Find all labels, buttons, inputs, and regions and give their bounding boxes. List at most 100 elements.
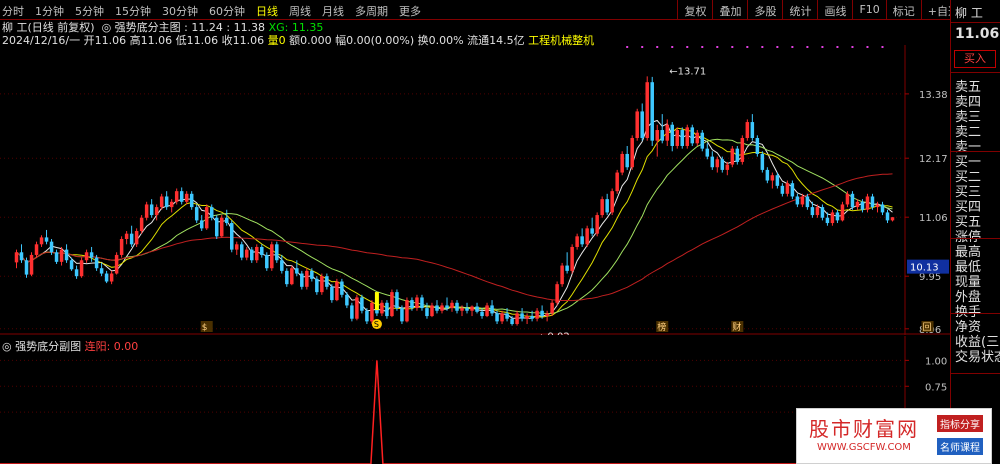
candle[interactable] [515, 310, 519, 326]
candle[interactable] [850, 191, 855, 210]
candle[interactable] [645, 76, 649, 141]
candle[interactable] [270, 241, 274, 271]
candle[interactable] [229, 220, 234, 253]
candle[interactable] [555, 281, 559, 306]
candle[interactable] [780, 183, 785, 197]
buy-button[interactable]: 买入 [954, 50, 996, 68]
site-watermark[interactable]: 股市财富网 WWW.GSCFW.COM 指标分享 名师课程 [796, 408, 992, 464]
toolbar-action-button[interactable]: 统计 [782, 0, 817, 20]
toolbar-action-button[interactable]: 画线 [817, 0, 852, 20]
candle[interactable] [705, 143, 710, 160]
candle[interactable] [385, 300, 389, 319]
candle[interactable] [485, 302, 489, 318]
candle[interactable] [104, 270, 109, 284]
candle[interactable] [770, 172, 775, 189]
candle[interactable] [640, 103, 644, 141]
candle[interactable] [144, 201, 149, 221]
candle[interactable] [290, 265, 294, 286]
candle[interactable] [570, 244, 574, 274]
candle[interactable] [520, 308, 524, 322]
candle[interactable] [204, 204, 209, 230]
candle[interactable] [235, 241, 239, 255]
candle[interactable] [320, 273, 324, 295]
candle[interactable] [755, 135, 760, 157]
candle[interactable] [545, 310, 549, 322]
candle[interactable] [835, 209, 840, 224]
candle[interactable] [670, 122, 674, 152]
candle[interactable] [119, 236, 124, 258]
candle[interactable] [805, 193, 810, 210]
candle[interactable] [620, 151, 624, 176]
period-tab[interactable]: 日线 [256, 3, 278, 19]
candle[interactable] [415, 294, 419, 311]
candle[interactable] [450, 300, 454, 312]
candle[interactable] [39, 235, 44, 247]
period-tab[interactable]: 15分钟 [115, 3, 151, 19]
candle[interactable] [380, 300, 384, 317]
period-tab[interactable]: 周线 [289, 3, 311, 19]
candle[interactable] [595, 212, 599, 237]
candle[interactable] [735, 145, 740, 165]
candle[interactable] [265, 252, 269, 271]
candle[interactable] [560, 262, 564, 287]
candle[interactable] [600, 196, 604, 218]
candle[interactable] [630, 135, 634, 170]
candle[interactable] [179, 187, 184, 205]
candle[interactable] [715, 156, 720, 173]
candle[interactable] [650, 76, 654, 146]
candle[interactable] [830, 209, 835, 226]
candle[interactable] [99, 262, 104, 277]
candle[interactable] [690, 124, 695, 146]
candle[interactable] [305, 268, 309, 290]
candle[interactable] [139, 215, 144, 234]
candle[interactable] [189, 191, 194, 210]
watermark-tag-share[interactable]: 指标分享 [937, 415, 983, 432]
candle[interactable] [740, 135, 745, 165]
toolbar-action-button[interactable]: 标记 [885, 0, 921, 20]
period-tab[interactable]: 1分钟 [35, 3, 64, 19]
candle[interactable] [695, 130, 700, 146]
candle[interactable] [730, 145, 735, 168]
candle[interactable] [625, 145, 629, 170]
watermark-tag-course[interactable]: 名师课程 [937, 438, 983, 455]
candle[interactable] [134, 228, 139, 247]
candle[interactable] [54, 249, 59, 264]
candle[interactable] [480, 308, 484, 319]
candle[interactable] [395, 289, 399, 311]
candle[interactable] [685, 124, 690, 149]
period-tab[interactable]: 更多 [399, 3, 421, 19]
candle[interactable] [405, 297, 409, 323]
candle[interactable] [565, 252, 569, 274]
candle[interactable] [765, 167, 770, 184]
candle[interactable] [700, 130, 705, 152]
candle[interactable] [285, 268, 289, 287]
candle[interactable] [435, 300, 439, 314]
candle[interactable] [245, 246, 249, 261]
sub-chart-name[interactable]: ◎ 强势底分副图 [2, 340, 81, 353]
candle[interactable] [840, 201, 845, 222]
candle[interactable] [149, 199, 154, 218]
candle[interactable] [675, 127, 680, 149]
candle[interactable] [525, 313, 529, 325]
candle[interactable] [19, 244, 24, 263]
candle[interactable] [660, 114, 664, 144]
candle[interactable] [194, 204, 199, 224]
candle[interactable] [59, 246, 64, 266]
period-tab[interactable]: 30分钟 [162, 3, 198, 19]
candle[interactable] [440, 302, 444, 314]
candle[interactable] [725, 161, 730, 176]
candle[interactable] [820, 204, 825, 221]
candle[interactable] [315, 276, 319, 295]
candle[interactable] [535, 308, 539, 322]
candle[interactable] [74, 265, 79, 279]
period-tab[interactable]: 5分钟 [75, 3, 104, 19]
toolbar-action-button[interactable]: 叠加 [712, 0, 747, 20]
candle[interactable] [340, 278, 344, 298]
candle[interactable] [635, 108, 639, 141]
candle[interactable] [885, 209, 890, 224]
candle[interactable] [490, 300, 494, 317]
candle[interactable] [275, 241, 279, 263]
candle[interactable] [790, 180, 795, 200]
toolbar-action-button[interactable]: 复权 [677, 0, 712, 20]
candle[interactable] [580, 228, 584, 247]
